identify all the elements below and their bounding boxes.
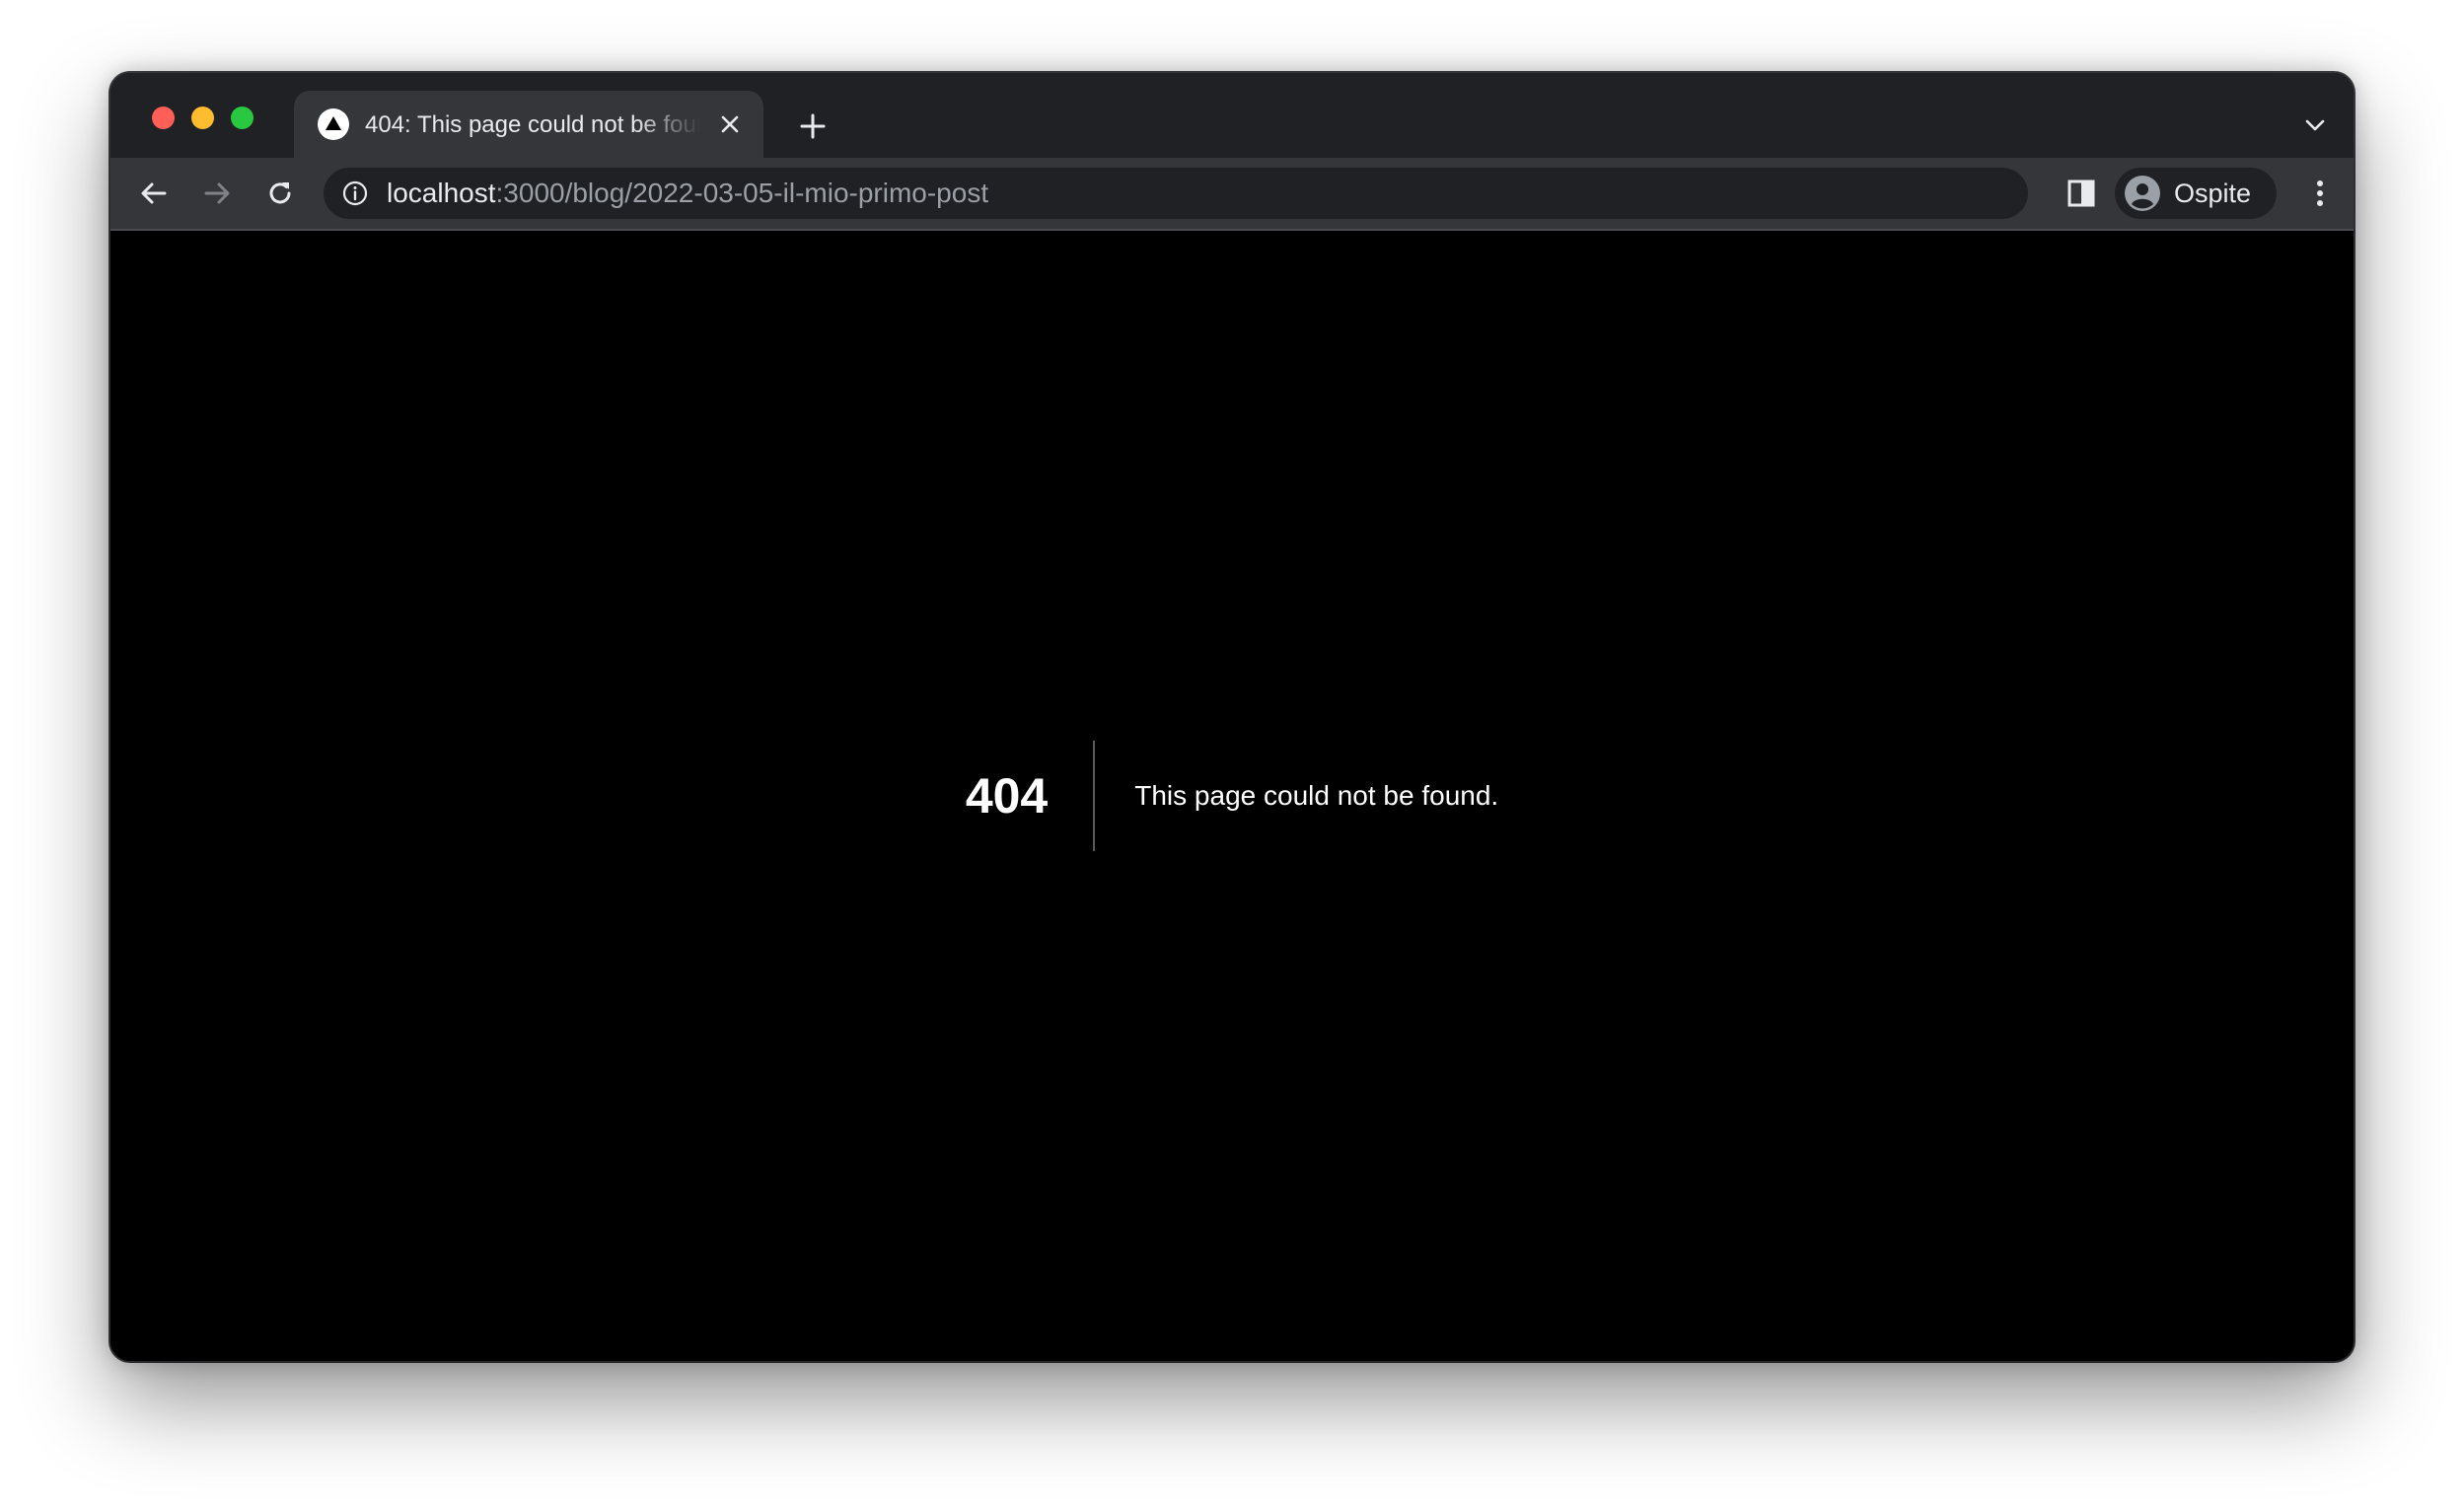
profile-name: Ospite	[2174, 179, 2252, 208]
error-message: This page could not be found.	[1134, 780, 1499, 811]
arrow-right-icon[interactable]	[197, 174, 237, 213]
more-vertical-icon[interactable]	[2300, 174, 2340, 213]
info-icon[interactable]	[341, 179, 369, 207]
profile-button[interactable]: Ospite	[2115, 168, 2277, 219]
error-container: 404 This page could not be found.	[110, 231, 2354, 1361]
active-tab[interactable]: 404: This page could not be found	[294, 91, 763, 158]
user-avatar-icon	[2125, 176, 2160, 211]
chevron-down-icon[interactable]	[2298, 108, 2332, 142]
page-content: 404 This page could not be found.	[110, 231, 2354, 1361]
tab-strip: 404: This page could not be found	[110, 73, 2354, 158]
arrow-left-icon[interactable]	[134, 174, 174, 213]
url-host: localhost	[387, 178, 496, 208]
plus-icon[interactable]	[793, 107, 833, 146]
maximize-window-button[interactable]	[231, 107, 254, 129]
url-path: :3000/blog/2022-03-05-il-mio-primo-post	[495, 178, 989, 208]
tab-title: 404: This page could not be found	[365, 111, 700, 138]
browser-window: 404: This page could not be found localh…	[110, 73, 2354, 1361]
close-window-button[interactable]	[152, 107, 175, 129]
error-code: 404	[966, 741, 1096, 851]
close-icon[interactable]	[714, 108, 746, 140]
url-text: localhost:3000/blog/2022-03-05-il-mio-pr…	[387, 177, 988, 210]
browser-toolbar: localhost:3000/blog/2022-03-05-il-mio-pr…	[110, 158, 2354, 231]
triangle-favicon-icon	[318, 108, 349, 140]
address-bar[interactable]: localhost:3000/blog/2022-03-05-il-mio-pr…	[324, 168, 2028, 219]
side-panel-icon[interactable]	[2062, 174, 2101, 213]
reload-icon[interactable]	[260, 174, 300, 213]
minimize-window-button[interactable]	[191, 107, 214, 129]
